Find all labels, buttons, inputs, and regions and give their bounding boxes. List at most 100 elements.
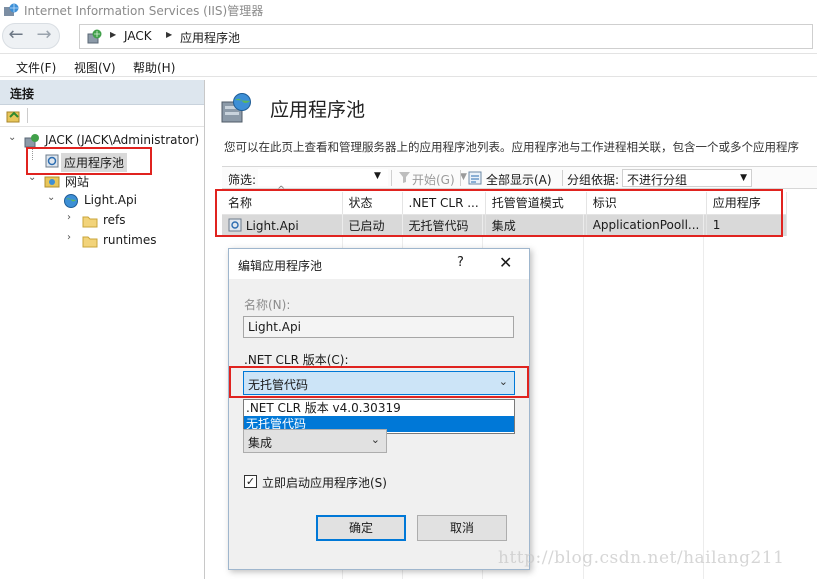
column-header-applications[interactable]: 应用程序 xyxy=(706,192,787,215)
tree-label: runtimes xyxy=(103,233,157,247)
chevron-down-icon[interactable]: ▼ xyxy=(374,171,381,181)
chevron-down-icon: ⌄ xyxy=(370,433,380,446)
group-by-label: 分组依据: xyxy=(567,173,620,187)
chevron-down-icon[interactable]: ⌄ xyxy=(8,132,16,143)
server-icon xyxy=(87,29,102,44)
page-description: 您可以在此页上查看和管理服务器上的应用程序池列表。应用程序池与工作进程相关联，包… xyxy=(224,140,799,154)
chevron-right-icon: ▶ xyxy=(166,30,173,39)
connections-pane: 连接 ⌄ JACK (JACK\Administrator) 应用程序池 ⌄ 网… xyxy=(0,80,205,579)
cancel-button[interactable]: 取消 xyxy=(417,515,507,541)
window-title: Internet Information Services (IIS)管理器 xyxy=(24,4,264,18)
name-field: Light.Api xyxy=(243,316,514,338)
clr-version-label: .NET CLR 版本(C): xyxy=(244,353,349,367)
chevron-down-icon: ▼ xyxy=(740,173,747,183)
menu-view[interactable]: 视图(V) xyxy=(74,59,116,76)
tree-item-sites[interactable]: ⌄ 网站 xyxy=(0,171,205,191)
iis-manager-icon xyxy=(4,3,19,16)
app-pools-table: 名称 状态 .NET CLR ... 托管管道模式 标识 应用程序 Light.… xyxy=(222,192,787,236)
column-header-name[interactable]: 名称 xyxy=(222,192,343,215)
column-header-status[interactable]: 状态 xyxy=(342,192,403,215)
filter-input[interactable] xyxy=(258,169,388,186)
close-icon[interactable]: ✕ xyxy=(499,253,512,272)
tree-item-server[interactable]: ⌄ JACK (JACK\Administrator) xyxy=(0,131,205,151)
page-title: 应用程序池 xyxy=(270,99,366,121)
chevron-down-icon: ⌄ xyxy=(498,375,508,388)
edit-app-pool-dialog: 编辑应用程序池 ? ✕ 名称(N): Light.Api .NET CLR 版本… xyxy=(228,248,530,570)
tree-connector xyxy=(32,148,33,160)
filter-label: 筛选: xyxy=(228,173,257,187)
chevron-down-icon[interactable]: ⌄ xyxy=(47,192,55,203)
watermark-text: http://blog.csdn.net/hailang211 xyxy=(498,548,785,568)
tree-item-app-pools[interactable]: 应用程序池 xyxy=(0,148,205,172)
filter-bar: 筛选: ▼ 开始(G) ▼ 全部显示(A) 分组依据: 不进行分组 ▼ xyxy=(222,166,817,189)
dialog-titlebar: 编辑应用程序池 ? ✕ xyxy=(229,249,529,279)
app-pool-icon xyxy=(45,154,59,168)
chevron-right-icon[interactable]: › xyxy=(67,232,71,243)
connections-header: 连接 xyxy=(0,80,204,105)
name-value: Light.Api xyxy=(248,320,301,334)
name-label: 名称(N): xyxy=(244,298,291,312)
column-header-clr[interactable]: .NET CLR ... xyxy=(402,192,486,215)
app-pool-header-icon xyxy=(221,93,251,123)
pipeline-mode-value: 集成 xyxy=(248,436,273,450)
chevron-right-icon[interactable]: › xyxy=(67,212,71,223)
cell-identity: ApplicationPooll... xyxy=(586,214,707,236)
sites-folder-icon xyxy=(44,176,60,188)
breadcrumb[interactable]: ▶ JACK ▶ 应用程序池 xyxy=(79,24,813,49)
tree-label: 应用程序池 xyxy=(61,153,128,172)
funnel-icon xyxy=(399,172,410,183)
tree-label: Light.Api xyxy=(84,193,137,207)
app-pool-icon xyxy=(228,218,242,232)
cell-clr: 无托管代码 xyxy=(402,214,486,236)
column-divider xyxy=(583,214,584,579)
clr-version-value: 无托管代码 xyxy=(248,378,309,392)
server-icon xyxy=(24,134,39,148)
chevron-down-icon[interactable]: ⌄ xyxy=(28,172,36,183)
ok-button[interactable]: 确定 xyxy=(316,515,406,541)
back-arrow-icon[interactable]: ← xyxy=(4,24,28,48)
table-row[interactable]: Light.Api 已启动 无托管代码 集成 ApplicationPooll.… xyxy=(222,214,787,236)
connect-icon[interactable] xyxy=(6,108,22,124)
group-by-value: 不进行分组 xyxy=(627,173,688,187)
chevron-down-icon[interactable]: ▼ xyxy=(460,172,467,182)
folder-icon xyxy=(82,236,98,248)
cell-text: Light.Api xyxy=(245,218,299,233)
clr-version-select[interactable]: 无托管代码 ⌄ xyxy=(243,371,515,395)
filter-divider xyxy=(460,170,461,186)
chevron-right-icon: ▶ xyxy=(110,30,117,39)
autostart-label[interactable]: 立即启动应用程序池(S) xyxy=(262,474,387,491)
cell-name: Light.Api xyxy=(222,214,343,236)
help-icon[interactable]: ? xyxy=(457,255,464,270)
window-titlebar: Internet Information Services (IIS)管理器 xyxy=(0,0,817,20)
toolbar-divider xyxy=(27,108,28,123)
autostart-checkbox[interactable]: ✓ xyxy=(244,475,257,488)
show-all-button[interactable]: 全部显示(A) xyxy=(486,171,552,188)
table-header-row: 名称 状态 .NET CLR ... 托管管道模式 标识 应用程序 xyxy=(222,192,787,215)
pipeline-mode-select[interactable]: 集成 ⌄ xyxy=(243,429,387,453)
forward-arrow-icon[interactable]: → xyxy=(32,24,56,48)
tree-label: refs xyxy=(103,213,126,227)
menu-help[interactable]: 帮助(H) xyxy=(133,59,175,76)
tree-item-runtimes[interactable]: › runtimes xyxy=(0,231,205,251)
filter-divider xyxy=(391,170,392,186)
address-bar: ← → ▶ JACK ▶ 应用程序池 xyxy=(0,20,817,54)
cell-pipeline: 集成 xyxy=(485,214,587,236)
column-header-pipeline[interactable]: 托管管道模式 xyxy=(485,192,587,215)
dialog-title: 编辑应用程序池 xyxy=(238,259,323,273)
tree-item-light-api[interactable]: ⌄ Light.Api xyxy=(0,191,205,211)
tree-label: JACK (JACK\Administrator) xyxy=(45,133,200,147)
tree-label: 网站 xyxy=(65,175,90,189)
clr-option-v4[interactable]: .NET CLR 版本 v4.0.30319 xyxy=(244,400,514,416)
start-filter-button[interactable]: 开始(G) xyxy=(412,171,455,188)
tree-item-refs[interactable]: › refs xyxy=(0,211,205,231)
folder-icon xyxy=(82,216,98,228)
group-by-select[interactable]: 不进行分组 ▼ xyxy=(622,169,752,187)
globe-icon xyxy=(64,194,78,208)
show-all-icon xyxy=(468,171,482,185)
breadcrumb-item-app-pools[interactable]: 应用程序池 xyxy=(180,29,240,46)
cell-applications: 1 xyxy=(706,214,787,236)
column-header-identity[interactable]: 标识 xyxy=(586,192,707,215)
breadcrumb-item-server[interactable]: JACK xyxy=(124,29,152,43)
menu-bar: 文件(F) 视图(V) 帮助(H) xyxy=(0,55,817,77)
menu-file[interactable]: 文件(F) xyxy=(16,59,56,76)
